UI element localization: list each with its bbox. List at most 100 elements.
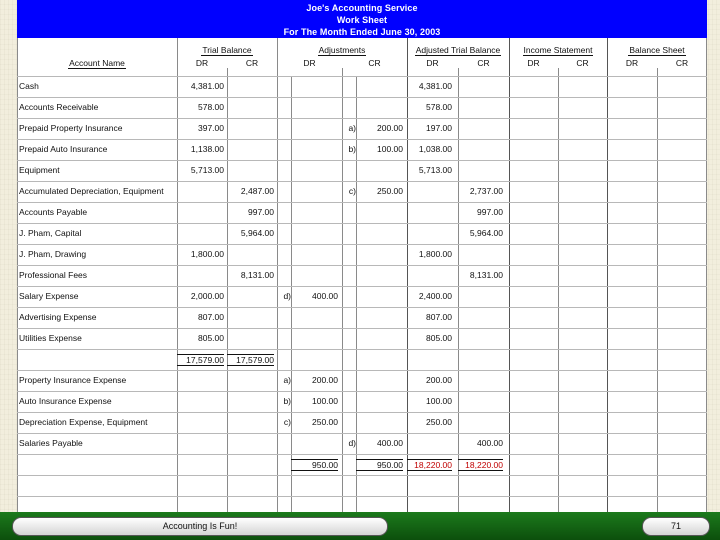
trial-balance-dr-cell: 2,000.00 xyxy=(190,291,224,301)
trial-balance-dr-cell: 578.00 xyxy=(198,102,224,112)
footer-caption: Accounting Is Fun! xyxy=(12,517,388,536)
balance-sheet-dr-label: DR xyxy=(625,58,639,68)
adjusted-tb-cr-cell: 997.00 xyxy=(477,207,503,217)
account-name-header-label: Account Name xyxy=(68,58,126,69)
adjustment-cr-ref-cell: a) xyxy=(348,123,356,133)
trial-balance-cr-cell: 17,579.00 xyxy=(227,354,274,366)
account-name-cell: Prepaid Property Insurance xyxy=(19,123,123,133)
adjustment-cr-cell: 200.00 xyxy=(377,123,403,133)
income-statement-header: Income Statement xyxy=(509,45,607,56)
grid-horizontal-line xyxy=(17,244,707,245)
worksheet-header: Joe's Accounting Service Work Sheet For … xyxy=(17,0,707,38)
account-name-header: Account Name xyxy=(17,58,177,69)
adjusted-tb-dr-cell: 2,400.00 xyxy=(418,291,452,301)
adjustments-header-label: Adjustments xyxy=(317,45,367,56)
trial-balance-dr-cell: 1,800.00 xyxy=(190,249,224,259)
adjusted-tb-cr-cell: 5,964.00 xyxy=(469,228,503,238)
balance-sheet-header: Balance Sheet xyxy=(607,45,707,56)
grid-horizontal-line xyxy=(17,328,707,329)
account-name-cell: Professional Fees xyxy=(19,270,88,280)
account-name-cell: Cash xyxy=(19,81,39,91)
grid-horizontal-line xyxy=(17,475,707,476)
income-statement-cr-label: CR xyxy=(576,58,589,68)
grid-horizontal-line xyxy=(17,412,707,413)
grid-horizontal-line xyxy=(17,307,707,308)
grid-horizontal-line xyxy=(17,223,707,224)
page-number: 71 xyxy=(642,517,710,536)
adjusted-tb-dr-cell: 807.00 xyxy=(426,312,452,322)
worksheet-grid: Account Name Trial Balance Adjustments A… xyxy=(17,38,707,518)
grid-vertical-line xyxy=(607,38,608,512)
grid-horizontal-line xyxy=(17,76,707,77)
account-name-cell: Property Insurance Expense xyxy=(19,375,127,385)
adjusted-tb-dr-cell: 1,800.00 xyxy=(418,249,452,259)
adjusted-tb-cr-cell: 8,131.00 xyxy=(469,270,503,280)
adjusted-tb-dr-cell: 1,038.00 xyxy=(418,144,452,154)
adjustment-dr-cell: 400.00 xyxy=(312,291,338,301)
adjustment-dr-ref-cell: c) xyxy=(283,417,291,427)
adjusted-tb-dr-cell: 18,220.00 xyxy=(407,459,452,471)
grid-horizontal-line xyxy=(17,265,707,266)
grid-horizontal-line xyxy=(17,370,707,371)
adjustment-dr-ref-cell: a) xyxy=(283,375,291,385)
adjustment-cr-ref-cell: c) xyxy=(348,186,356,196)
trial-balance-dr-cell: 5,713.00 xyxy=(190,165,224,175)
adjustment-dr-ref-cell: b) xyxy=(283,396,291,406)
grid-horizontal-line xyxy=(17,118,707,119)
grid-horizontal-line xyxy=(17,349,707,350)
adjustment-cr-cell: 950.00 xyxy=(356,459,403,471)
grid-horizontal-line xyxy=(17,433,707,434)
account-name-cell: Auto Insurance Expense xyxy=(19,396,112,406)
adjusted-tb-dr-cell: 100.00 xyxy=(426,396,452,406)
adjustment-cr-cell: 250.00 xyxy=(377,186,403,196)
trial-balance-dr-cell: 1,138.00 xyxy=(190,144,224,154)
worksheet-sheet: Joe's Accounting Service Work Sheet For … xyxy=(17,0,707,518)
grid-horizontal-line xyxy=(17,496,707,497)
trial-balance-header: Trial Balance xyxy=(177,45,277,56)
grid-horizontal-line xyxy=(17,160,707,161)
trial-balance-dr-cell: 807.00 xyxy=(198,312,224,322)
grid-horizontal-line xyxy=(17,391,707,392)
trial-balance-cr-label: CR xyxy=(245,58,259,68)
adjustment-dr-cell: 100.00 xyxy=(312,396,338,406)
grid-horizontal-line xyxy=(17,286,707,287)
grid-vertical-line xyxy=(509,38,510,512)
trial-balance-dr-cell: 17,579.00 xyxy=(177,354,224,366)
grid-vertical-line xyxy=(227,68,228,512)
adjusted-tb-dr-cell: 578.00 xyxy=(426,102,452,112)
trial-balance-header-label: Trial Balance xyxy=(201,45,253,56)
adjusted-tb-dr-cell: 200.00 xyxy=(426,375,452,385)
adjusted-tb-dr-cell: 805.00 xyxy=(426,333,452,343)
adjustment-dr-cell: 200.00 xyxy=(312,375,338,385)
adjusted-trial-balance-header: Adjusted Trial Balance xyxy=(407,45,509,56)
adjusted-trial-balance-header-label: Adjusted Trial Balance xyxy=(414,45,502,56)
adjustments-cr-label: CR xyxy=(368,58,381,68)
company-name: Joe's Accounting Service xyxy=(306,3,418,13)
income-statement-header-label: Income Statement xyxy=(522,45,594,56)
adjusted-tb-dr-cell: 197.00 xyxy=(426,123,452,133)
trial-balance-dr-cell: 4,381.00 xyxy=(190,81,224,91)
trial-balance-cr-cell: 8,131.00 xyxy=(240,270,274,280)
grid-horizontal-line xyxy=(17,181,707,182)
balance-sheet-header-label: Balance Sheet xyxy=(628,45,686,56)
account-name-cell: Prepaid Auto Insurance xyxy=(19,144,108,154)
account-name-cell: Accounts Receivable xyxy=(19,102,99,112)
trial-balance-dr-cell: 397.00 xyxy=(198,123,224,133)
account-name-cell: Advertising Expense xyxy=(19,312,97,322)
adjustment-dr-cell: 950.00 xyxy=(291,459,338,471)
adjustment-dr-cell: 250.00 xyxy=(312,417,338,427)
trial-balance-dr-cell: 805.00 xyxy=(198,333,224,343)
adjustment-dr-ref-cell: d) xyxy=(283,291,291,301)
account-name-cell: Salary Expense xyxy=(19,291,79,301)
account-name-cell: Depreciation Expense, Equipment xyxy=(19,417,148,427)
adjusted-tb-cr-cell: 2,737.00 xyxy=(469,186,503,196)
adjusted-tb-dr-cell: 4,381.00 xyxy=(418,81,452,91)
account-name-cell: Accumulated Depreciation, Equipment xyxy=(19,186,164,196)
adjustments-dr-label: DR xyxy=(303,58,316,68)
grid-vertical-line xyxy=(17,38,18,512)
adjusted-trial-balance-cr-label: CR xyxy=(477,58,490,68)
account-name-cell: Equipment xyxy=(19,165,60,175)
grid-vertical-line xyxy=(706,38,707,512)
adjusted-trial-balance-dr-label: DR xyxy=(426,58,439,68)
grid-vertical-line xyxy=(277,38,278,512)
